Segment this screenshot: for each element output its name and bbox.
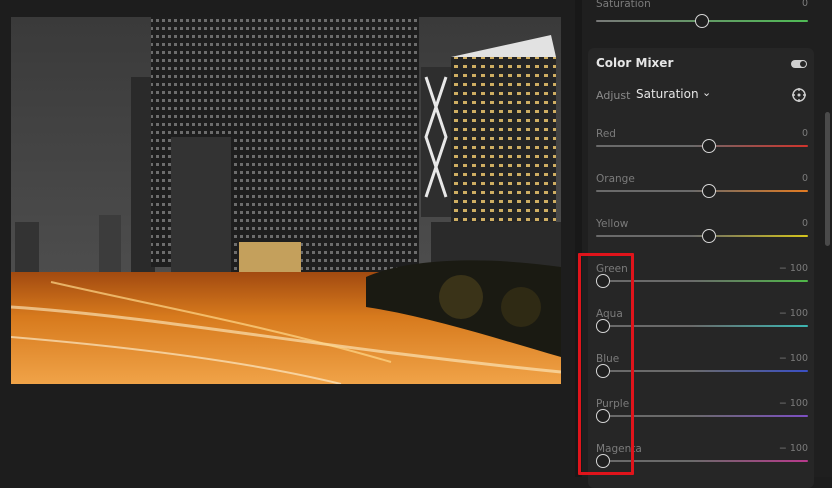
slider-label: Saturation	[596, 0, 651, 10]
slider-label: Red	[596, 128, 616, 140]
slider-value: 0	[801, 128, 808, 139]
saturation-slider[interactable]: Saturation 0	[596, 0, 808, 38]
slider-label: Yellow	[596, 218, 629, 230]
slider-value: − 100	[778, 263, 808, 274]
slider-thumb[interactable]	[702, 229, 716, 243]
photo-preview	[11, 17, 561, 384]
color-mixer-title: Color Mixer	[596, 56, 674, 70]
slider-thumb[interactable]	[702, 139, 716, 153]
slider-value: − 100	[778, 308, 808, 319]
toggle-switch-icon[interactable]	[791, 60, 807, 68]
slider-orange[interactable]: Orange 0	[596, 173, 808, 213]
targeted-adjustment-icon[interactable]	[791, 87, 807, 103]
toggle-knob	[800, 61, 806, 67]
adjust-label: Adjust	[596, 89, 631, 102]
slider-value: − 100	[778, 443, 808, 454]
slider-thumb[interactable]	[702, 184, 716, 198]
slider-yellow[interactable]: Yellow 0	[596, 218, 808, 258]
adjust-dropdown[interactable]: Saturation	[636, 87, 699, 101]
chevron-down-icon[interactable]: ⌄	[702, 86, 711, 99]
photo-canvas	[0, 0, 575, 477]
slider-label: Orange	[596, 173, 635, 185]
slider-red[interactable]: Red 0	[596, 128, 808, 168]
slider-value: − 100	[778, 353, 808, 364]
slider-value: 0	[801, 173, 808, 184]
slider-thumb[interactable]	[695, 14, 709, 28]
slider-value: − 100	[778, 398, 808, 409]
panel-scrollbar[interactable]	[825, 112, 830, 246]
slider-value: 0	[801, 218, 808, 229]
highlight-box	[578, 253, 634, 475]
slider-value: 0	[801, 0, 808, 9]
